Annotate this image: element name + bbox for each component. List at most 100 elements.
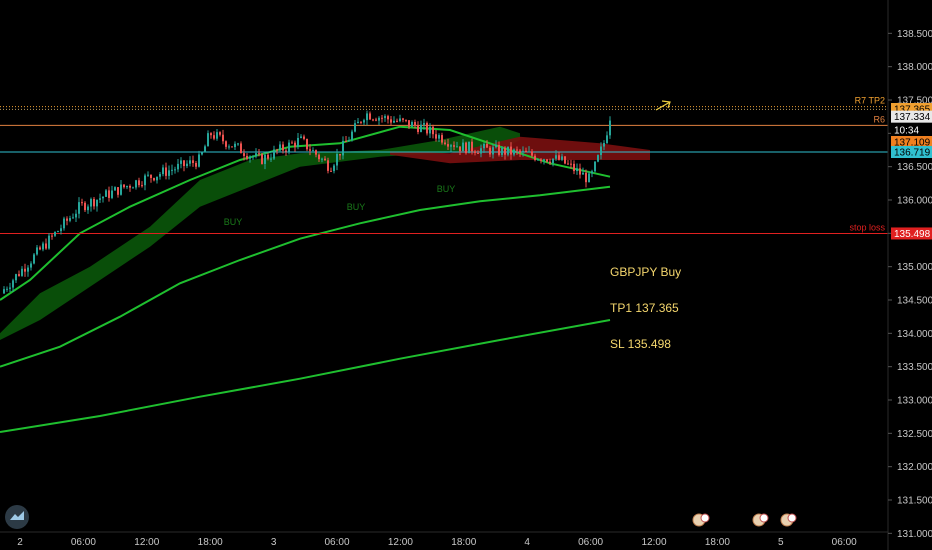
y-tick-label: 132.500 — [897, 429, 932, 440]
candle-body — [141, 185, 143, 187]
candle-body — [417, 125, 419, 132]
x-tick-label: 12:00 — [134, 537, 159, 548]
candle-body — [87, 206, 89, 211]
candle-body — [594, 161, 596, 172]
candle-body — [384, 116, 386, 118]
candle-body — [429, 126, 431, 134]
candle-body — [552, 158, 554, 164]
x-tick-label: 2 — [17, 537, 23, 548]
candle-body — [117, 187, 119, 195]
x-tick-label: 12:00 — [388, 537, 413, 548]
y-tick-label: 134.000 — [897, 329, 932, 340]
candle-body — [336, 153, 338, 166]
candle-body — [603, 143, 605, 147]
y-tick-label: 136.500 — [897, 162, 932, 173]
candle-body — [75, 213, 77, 218]
candle-body — [363, 120, 365, 123]
price-tag-label: 10:34 — [894, 126, 919, 137]
candle-body — [201, 152, 203, 155]
candle-body — [216, 132, 218, 139]
candle-body — [339, 153, 341, 156]
candle-body — [261, 154, 263, 164]
candle-body — [345, 140, 347, 142]
candle-body — [495, 145, 497, 148]
signal-labels: BUY BUY BUY — [224, 184, 456, 227]
candle-body — [279, 144, 281, 151]
candle-body — [144, 175, 146, 186]
x-axis-ticks: 2 06:00 12:00 18:00 3 06:00 12:00 18:00 4 06:00 12… — [17, 537, 857, 548]
candle-body — [516, 149, 518, 151]
candle-body — [162, 167, 164, 175]
horizontal-levels: R7 TP2 R6 stop loss — [0, 96, 888, 234]
candle-body — [534, 155, 536, 161]
candle-body — [129, 185, 131, 188]
x-tick-label: 18:00 — [198, 537, 223, 548]
candle-body — [21, 268, 23, 276]
buy-signal-label: BUY — [437, 184, 456, 194]
candle-body — [150, 174, 152, 179]
candle-body — [243, 153, 245, 156]
candle-body — [360, 121, 362, 123]
candle-body — [459, 146, 461, 152]
candle-body — [255, 153, 257, 157]
trade-note-line-3: SL 135.498 — [610, 337, 671, 351]
candle-body — [207, 133, 209, 147]
candle-body — [60, 228, 62, 232]
candle-body — [405, 119, 407, 121]
candle-body — [252, 156, 254, 158]
candle-body — [426, 123, 428, 134]
y-tick-label: 132.000 — [897, 462, 932, 473]
candle-body — [246, 155, 248, 159]
candle-body — [315, 150, 317, 155]
y-tick-label: 131.500 — [897, 496, 932, 507]
candle-body — [312, 150, 314, 152]
candle-body — [99, 198, 101, 200]
candle-body — [318, 154, 320, 160]
candle-body — [276, 149, 278, 151]
candle-body — [102, 196, 104, 199]
candle-body — [537, 159, 539, 161]
candle-body — [330, 170, 332, 172]
candle-body — [63, 218, 65, 229]
candle-body — [24, 268, 26, 272]
candle-body — [423, 123, 425, 125]
candle-body — [195, 163, 197, 167]
candle-body — [477, 152, 479, 154]
candle-body — [381, 117, 383, 119]
calendar-event-icon[interactable] — [752, 513, 770, 527]
candle-body — [306, 138, 308, 150]
candle-body — [288, 142, 290, 152]
tradingview-logo-icon[interactable] — [5, 505, 29, 529]
ma-line — [0, 319, 611, 433]
price-tag-label: 137.334 — [894, 112, 931, 123]
candle-body — [588, 173, 590, 183]
calendar-event-icon[interactable] — [692, 513, 710, 527]
candle-body — [111, 190, 113, 198]
candle-body — [6, 288, 8, 290]
x-tick-label: 06:00 — [324, 537, 349, 548]
candle-body — [18, 274, 20, 276]
candle-body — [543, 159, 545, 161]
candle-body — [171, 169, 173, 171]
target-arrow-icon — [655, 100, 671, 111]
chart-canvas[interactable]: R7 TP2 R6 stop loss BUY BUY BUY 138.500 138.0… — [0, 0, 932, 550]
y-tick-label: 138.500 — [897, 29, 932, 40]
candle-body — [609, 120, 611, 136]
candle-body — [180, 160, 182, 164]
candle-body — [387, 116, 389, 120]
candle-body — [192, 160, 194, 164]
candle-body — [375, 119, 377, 121]
candle-body — [465, 142, 467, 154]
candle-body — [549, 161, 551, 164]
target-arrow — [655, 100, 671, 111]
price-tag-label: 136.719 — [894, 148, 931, 159]
calendar-event-icon[interactable] — [780, 513, 798, 527]
candle-body — [507, 146, 509, 155]
candle-body — [51, 235, 53, 237]
x-tick-label: 06:00 — [578, 537, 603, 548]
y-tick-label: 131.000 — [897, 529, 932, 540]
trade-note-line-2: TP1 137.365 — [610, 301, 679, 315]
candle-body — [156, 176, 158, 181]
candle-body — [45, 243, 47, 249]
candle-body — [273, 149, 275, 159]
